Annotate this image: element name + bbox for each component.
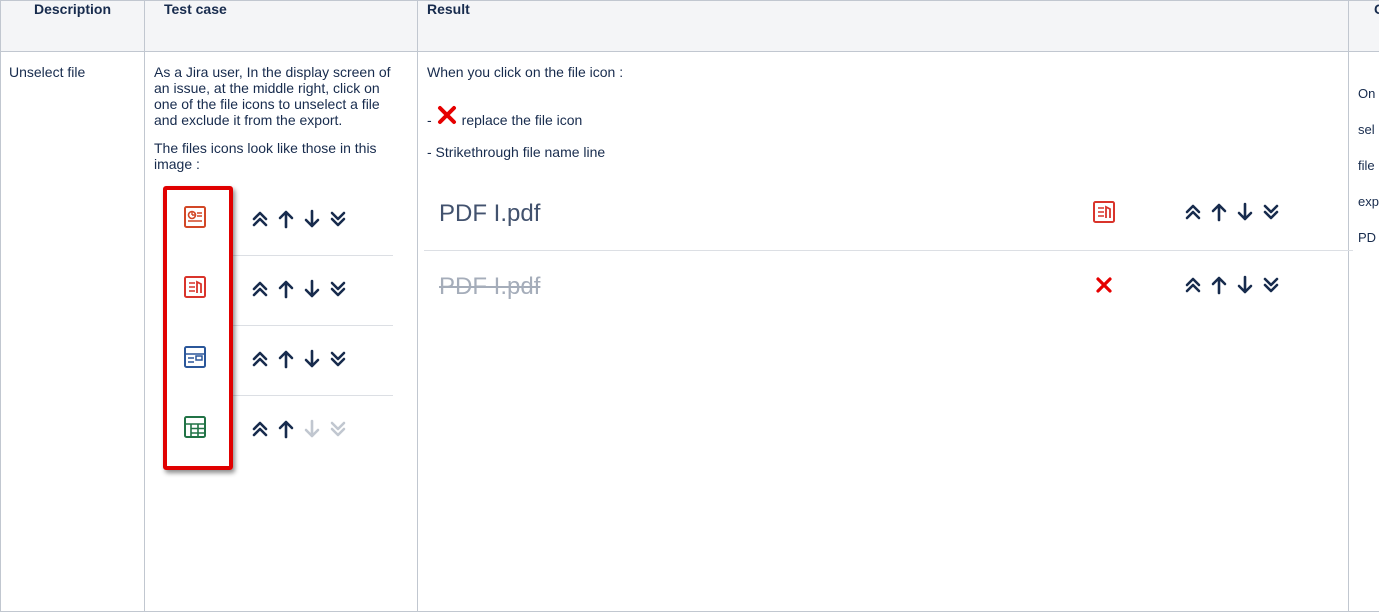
move-controls — [1184, 275, 1280, 295]
close-icon[interactable] — [1092, 273, 1116, 297]
move-top-icon[interactable] — [251, 279, 269, 299]
header-test-case: Test case — [144, 0, 418, 52]
move-bottom-icon[interactable] — [329, 209, 347, 229]
result-intro: When you click on the file icon : — [427, 64, 624, 80]
move-controls — [251, 279, 347, 299]
move-up-icon[interactable] — [1210, 202, 1228, 222]
header-row: Description Test case Result C — [0, 0, 1379, 52]
move-bottom-icon[interactable] — [329, 279, 347, 299]
move-top-icon[interactable] — [251, 419, 269, 439]
header-description: Description — [0, 0, 145, 52]
result-strike-text: - Strikethrough file name line — [427, 144, 606, 160]
close-icon — [437, 106, 456, 124]
move-bottom-icon[interactable] — [329, 349, 347, 369]
table-row: Unselect file As a Jira user, In the dis… — [0, 51, 1379, 612]
move-controls — [251, 349, 347, 369]
move-bottom-icon[interactable] — [1262, 275, 1280, 295]
file-name: PDF I.pdf — [439, 200, 541, 227]
test-table: Description Test case Result C Unselect … — [0, 0, 1379, 612]
move-up-icon[interactable] — [277, 419, 295, 439]
result-x-line: - replace the file icon — [427, 104, 1340, 128]
test-case-paragraph-2: The files icons look like those in this … — [154, 140, 377, 172]
move-controls — [1184, 202, 1280, 222]
move-up-icon[interactable] — [277, 349, 295, 369]
move-top-icon[interactable] — [1184, 275, 1202, 295]
move-down-icon[interactable] — [303, 349, 321, 369]
test-case-paragraph-1: As a Jira user, In the display screen of… — [154, 64, 391, 128]
description-cell: Unselect file — [0, 51, 145, 612]
move-down-icon-disabled — [304, 419, 320, 438]
move-up-icon[interactable] — [277, 209, 295, 229]
clipped-cell: On sel file exp PD — [1348, 51, 1379, 612]
move-top-icon[interactable] — [1184, 202, 1202, 222]
file-name-strikethrough: PDF I.pdf — [439, 273, 541, 300]
move-down-icon[interactable] — [303, 279, 321, 299]
move-top-icon[interactable] — [251, 349, 269, 369]
pdf-file-icon[interactable] — [1092, 200, 1116, 224]
description-text: Unselect file — [9, 64, 86, 80]
result-cell: When you click on the file icon : - repl… — [417, 51, 1353, 612]
file-row-unselected: PDF I.pdf — [424, 251, 1353, 323]
move-controls — [251, 419, 347, 439]
highlight-box — [163, 186, 233, 470]
file-icons-example — [145, 186, 417, 566]
move-down-icon[interactable] — [303, 209, 321, 229]
test-case-cell: As a Jira user, In the display screen of… — [144, 51, 418, 612]
move-bottom-icon-disabled — [330, 421, 346, 437]
move-top-icon[interactable] — [251, 209, 269, 229]
result-x-text: replace the file icon — [461, 112, 583, 128]
move-controls — [251, 209, 347, 229]
file-row-selected: PDF I.pdf — [424, 178, 1353, 251]
header-result: Result — [417, 0, 1349, 52]
move-up-icon[interactable] — [277, 279, 295, 299]
move-bottom-icon[interactable] — [1262, 202, 1280, 222]
clipped-text: On sel file exp PD — [1358, 86, 1379, 245]
result-dash: - — [427, 112, 432, 128]
header-clipped: C — [1348, 0, 1379, 52]
move-down-icon[interactable] — [1236, 275, 1254, 295]
move-up-icon[interactable] — [1210, 275, 1228, 295]
move-down-icon[interactable] — [1236, 202, 1254, 222]
